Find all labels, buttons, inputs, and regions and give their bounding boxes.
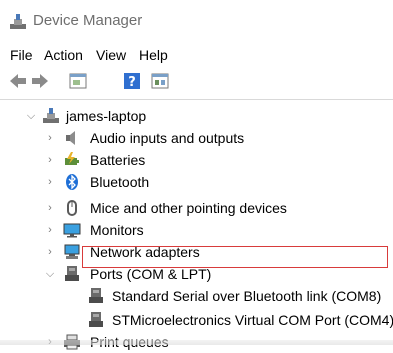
bluetooth-icon [66,174,78,190]
tree-item-mice[interactable]: › Mice and other pointing devices [0,197,393,219]
mouse-icon [67,200,77,216]
chevron-right-icon[interactable]: › [45,197,55,219]
tree-item-monitors[interactable]: › Monitors [0,219,393,241]
device-tree: ⌵ james-laptop › Audio inputs and output… [0,101,393,350]
tree-child-com8[interactable]: Standard Serial over Bluetooth link (COM… [0,285,393,307]
menu-help[interactable]: Help [139,47,168,63]
toolbar: ? [0,68,393,96]
title-bar: Device Manager [0,0,393,42]
chevron-down-icon[interactable]: ⌵ [45,263,55,285]
device-manager-icon [10,14,26,29]
battery-icon [65,152,79,165]
tree-item-label: Mice and other pointing devices [90,200,287,216]
tree-item-label: Audio inputs and outputs [90,130,245,146]
tree-item-label: Monitors [90,222,144,238]
chevron-right-icon[interactable]: › [45,171,55,193]
chevron-down-icon[interactable]: ⌵ [26,105,36,127]
help-icon[interactable]: ? [122,71,142,91]
tree-item-batteries[interactable]: › Batteries [0,149,393,171]
network-icon [64,244,80,259]
bottom-shadow [0,340,393,345]
chevron-right-icon[interactable]: › [45,219,55,241]
tree-item-bluetooth[interactable]: › Bluetooth [0,171,393,193]
chevron-right-icon[interactable]: › [45,149,55,171]
speaker-icon [66,131,75,145]
menu-bar: File Action View Help [0,44,393,68]
monitor-icon [63,223,81,238]
tree-item-label: Standard Serial over Bluetooth link (COM… [112,288,382,304]
menu-file[interactable]: File [10,47,33,63]
tree-item-audio[interactable]: › Audio inputs and outputs [0,127,393,149]
highlight-box [82,246,388,268]
tree-item-label: STMicroelectronics Virtual COM Port (COM… [112,312,393,328]
window-title: Device Manager [33,12,143,29]
port-icon [65,266,79,281]
view-icon[interactable] [150,71,170,91]
chevron-right-icon[interactable]: › [45,241,55,263]
properties-icon[interactable] [68,71,88,91]
computer-icon [43,108,59,123]
toolbar-divider [0,99,393,100]
port-icon [89,312,103,327]
tree-root[interactable]: ⌵ james-laptop [0,105,393,127]
tree-item-label: Batteries [90,152,146,168]
tree-item-label: Bluetooth [90,174,150,190]
menu-action[interactable]: Action [44,47,83,63]
computer-name: james-laptop [66,108,147,124]
back-icon[interactable] [8,71,28,91]
tree-child-com4[interactable]: STMicroelectronics Virtual COM Port (COM… [0,309,393,331]
menu-view[interactable]: View [96,47,126,63]
chevron-right-icon[interactable]: › [45,127,55,149]
svg-text:?: ? [128,75,136,90]
forward-icon[interactable] [30,71,50,91]
port-icon [89,288,103,303]
